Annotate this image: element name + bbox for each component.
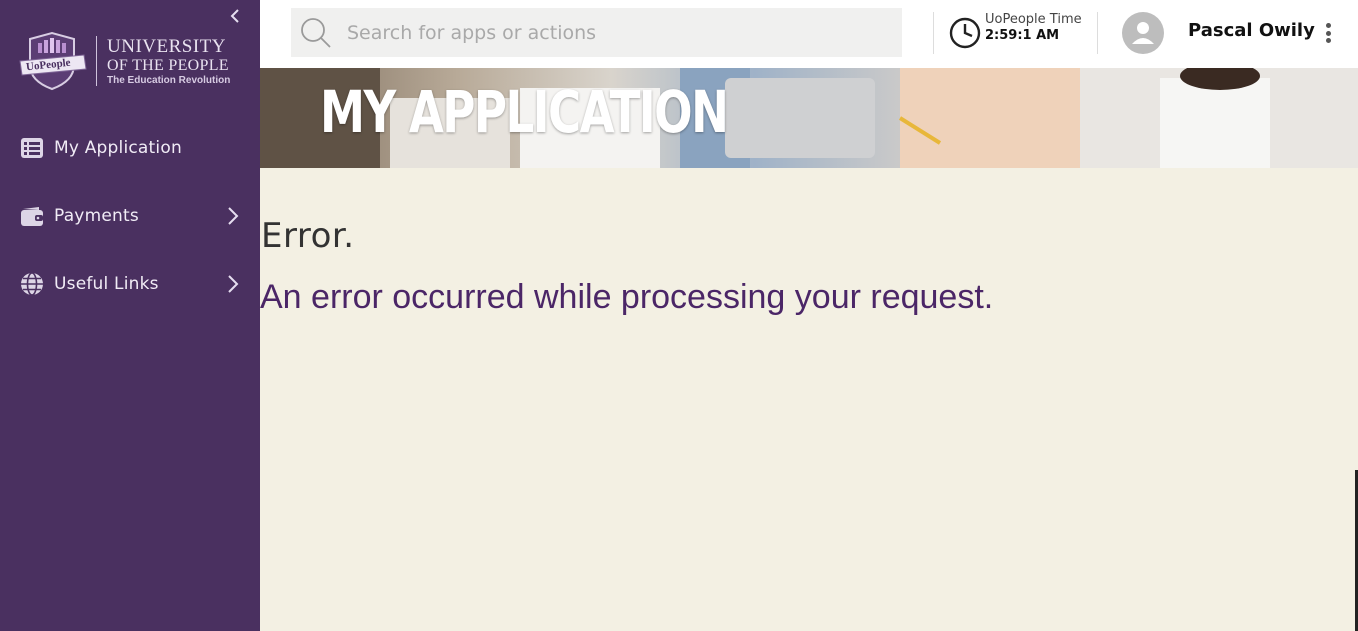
sidebar-nav: My Application Payments Useful Links (0, 126, 260, 306)
header-divider (933, 12, 934, 54)
time-value: 2:59:1 AM (985, 28, 1060, 44)
logo-line2: OF THE PEOPLE (107, 56, 229, 74)
chevron-left-icon (230, 9, 239, 23)
sidebar-item-payments[interactable]: Payments (0, 194, 260, 238)
user-icon (1132, 22, 1154, 44)
page-banner: MY APPLICATION (260, 68, 1358, 168)
error-message: An error occurred while processing your … (260, 278, 994, 316)
sidebar-item-label: Payments (54, 206, 139, 226)
dot-icon (1325, 23, 1331, 28)
logo-line1: UNIVERSITY (107, 35, 226, 57)
search-icon (301, 17, 331, 48)
sidebar-item-label: Useful Links (54, 274, 159, 294)
top-header: UoPeople Time 2:59:1 AM Pascal Owily (260, 0, 1358, 68)
globe-icon (20, 272, 44, 296)
main-content: Error. An error occurred while processin… (260, 168, 1358, 631)
avatar[interactable] (1122, 12, 1164, 54)
more-options-button[interactable] (1322, 20, 1334, 46)
error-title: Error. (261, 216, 355, 256)
chevron-right-icon (228, 207, 239, 225)
search-bar[interactable] (291, 8, 902, 57)
search-input[interactable] (347, 21, 867, 44)
uopeople-time: UoPeople Time 2:59:1 AM (985, 12, 1082, 45)
clock-icon (949, 17, 981, 49)
time-label: UoPeople Time (985, 12, 1082, 27)
logo-divider (96, 36, 97, 86)
page-title: MY APPLICATION (320, 78, 729, 146)
sidebar: UoPeople UNIVERSITY OF THE PEOPLE The Ed… (0, 0, 260, 631)
dot-icon (1325, 38, 1331, 43)
header-divider (1097, 12, 1098, 54)
seal-icon: UoPeople (16, 31, 88, 91)
sidebar-item-useful-links[interactable]: Useful Links (0, 262, 260, 306)
chevron-right-icon (228, 275, 239, 293)
sidebar-item-label: My Application (54, 138, 182, 158)
logo-tagline: The Education Revolution (107, 74, 231, 86)
logo-text: UNIVERSITY OF THE PEOPLE The Education R… (107, 37, 230, 86)
collapse-sidebar-button[interactable] (226, 6, 244, 26)
dot-icon (1325, 30, 1331, 36)
sidebar-item-my-application[interactable]: My Application (0, 126, 260, 170)
university-logo[interactable]: UoPeople UNIVERSITY OF THE PEOPLE The Ed… (16, 30, 246, 92)
user-name[interactable]: Pascal Owily (1188, 20, 1315, 41)
list-icon (20, 136, 44, 160)
wallet-icon (20, 204, 44, 228)
